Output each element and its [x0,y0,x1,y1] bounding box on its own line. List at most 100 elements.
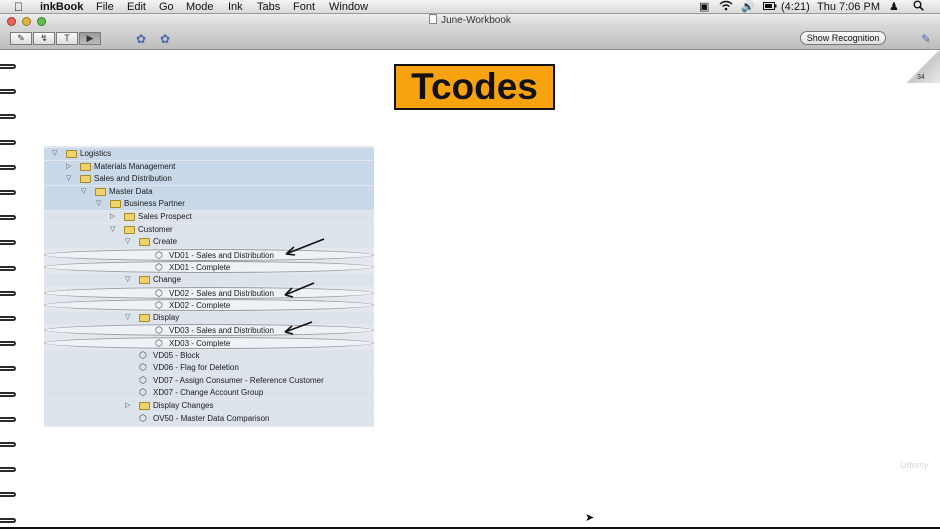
tree-row-label: Logistics [80,149,112,158]
tree-row-label: VD06 - Flag for Deletion [153,363,239,373]
menu-window[interactable]: Window [329,0,368,14]
menu-tabs[interactable]: Tabs [257,0,280,14]
page-number: 34 [917,74,925,81]
menu-file[interactable]: File [96,0,114,14]
expand-open-icon[interactable]: ▽ [125,274,130,286]
transaction-tree: ▽ Logistics ▷ Materials Management ▽ Sales an… [44,146,374,427]
tree-row[interactable]: ⬡ XD02 - Complete [44,299,374,312]
ink-width-icon[interactable]: ✿ [157,31,173,47]
search-icon[interactable] [913,0,924,15]
page-heading: Tcodes [394,64,555,110]
tree-row[interactable]: ⬡ VD03 - Sales and Distribution [44,324,374,337]
tree-row[interactable]: ⬡ XD07 - Change Account Group [44,387,374,400]
tree-row-label: Display [153,312,180,322]
document-icon [429,14,438,24]
tree-row-label: XD02 - Complete [169,301,231,311]
tree-row[interactable]: ▷ Materials Management [44,160,374,173]
eraser-tool-button[interactable]: ↯ [33,32,55,45]
volume-icon[interactable]: 🔊 [741,0,755,14]
select-tool-button[interactable]: ▶ [79,32,101,45]
tree-row-label: Create [153,237,178,247]
show-recognition-button[interactable]: Show Recognition [800,31,886,45]
tree-row[interactable]: ▽ Master Data [44,185,374,198]
tree-row-label: VD01 - Sales and Distribution [169,250,274,260]
wifi-icon[interactable] [719,0,733,15]
transaction-icon: ⬡ [155,300,163,311]
tree-row[interactable]: ▽ Logistics [44,148,374,160]
menu-bar:  inkBook File Edit Go Mode Ink Tabs Fon… [0,0,940,14]
menu-inkbook[interactable]: inkBook [40,0,83,14]
expand-open-icon[interactable]: ▽ [110,224,115,236]
transaction-icon: ⬡ [139,374,147,385]
clock[interactable]: Thu 7:06 PM [817,0,880,14]
folder-icon [80,162,91,171]
tree-row[interactable]: ▽ Display [44,311,374,324]
window-title-bar: June-Workbook [0,14,940,28]
tree-row-label: XD07 - Change Account Group [153,388,264,398]
menu-ink[interactable]: Ink [228,0,243,14]
apple-icon[interactable]:  [14,0,23,14]
binding-ring [0,442,16,447]
tree-row[interactable]: ⬡ VD06 - Flag for Deletion [44,362,374,375]
folder-icon [110,200,121,209]
facetime-icon[interactable]: ▣ [699,0,709,14]
tree-row[interactable]: ⬡ VD02 - Sales and Distribution [44,286,374,299]
tree-row-label: Change [153,275,182,284]
tree-row[interactable]: ⬡ XD01 - Complete [44,261,374,274]
expand-open-icon[interactable]: ▽ [81,186,86,198]
binding-ring [0,366,16,372]
pen-icon[interactable]: ✎ [918,31,934,47]
tree-row[interactable]: ▽ Sales and Distribution [44,173,374,186]
folder-icon [124,225,135,234]
expand-open-icon[interactable]: ▽ [125,312,130,324]
tree-row[interactable]: ▷ Display Changes [44,400,374,412]
transaction-icon: ⬡ [155,287,163,298]
tree-row-label: Business Partner [124,199,185,209]
tree-row[interactable]: ⬡ OV50 - Master Data Comparison [44,412,374,425]
tree-row[interactable]: ⬡ VD05 - Block [44,349,374,362]
tree-row-label: VD07 - Assign Consumer - Reference Custo… [153,375,324,385]
expand-closed-icon[interactable]: ▷ [125,400,130,412]
tree-row-label: Materials Management [94,161,176,171]
folder-icon [124,213,135,221]
tree-row-label: VD03 - Sales and Distribution [169,326,274,336]
menu-edit[interactable]: Edit [127,0,146,14]
user-icon[interactable]: ♟ [889,0,899,14]
binding-ring [0,215,16,221]
close-button[interactable] [7,17,16,26]
binding-ring [0,139,16,145]
expand-closed-icon[interactable]: ▷ [66,161,71,173]
ink-arrow-vd02 [284,282,315,298]
binding-ring [0,290,16,296]
transaction-icon: ⬡ [155,338,163,348]
expand-closed-icon[interactable]: ▷ [110,211,115,223]
tree-row[interactable]: ▽ Change [44,274,374,286]
menu-font[interactable]: Font [293,0,315,14]
tree-row[interactable]: ▷ Sales Prospect [44,211,374,223]
expand-open-icon[interactable]: ▽ [96,198,101,210]
binding-ring [0,391,16,397]
text-tool-button[interactable]: T [56,32,78,45]
ink-color-icon[interactable]: ✿ [133,31,149,47]
menu-go[interactable]: Go [159,0,174,14]
binding-ring [0,240,16,246]
transaction-icon: ⬡ [139,412,147,423]
tree-row[interactable]: ▽ Customer [44,223,374,236]
expand-open-icon[interactable]: ▽ [66,173,71,185]
folder-icon [139,276,150,284]
tree-row[interactable]: ⬡ VD07 - Assign Consumer - Reference Cust… [44,374,374,387]
binding-ring [0,190,16,195]
transaction-icon: ⬡ [139,362,147,373]
battery-icon[interactable] [763,0,777,14]
expand-open-icon[interactable]: ▽ [125,236,130,248]
tree-row-label: Customer [138,224,173,234]
tree-row-label: Sales Prospect [138,212,192,221]
tree-row[interactable]: ⬡ XD03 - Complete [44,337,374,349]
expand-open-icon[interactable]: ▽ [52,148,57,160]
minimize-button[interactable] [22,17,31,26]
tree-row[interactable]: ▽ Business Partner [44,198,374,211]
zoom-button[interactable] [37,17,46,26]
menu-mode[interactable]: Mode [186,0,214,14]
pen-tool-button[interactable]: ✎ [10,32,32,45]
tree-row-label: OV50 - Master Data Comparison [153,413,270,423]
